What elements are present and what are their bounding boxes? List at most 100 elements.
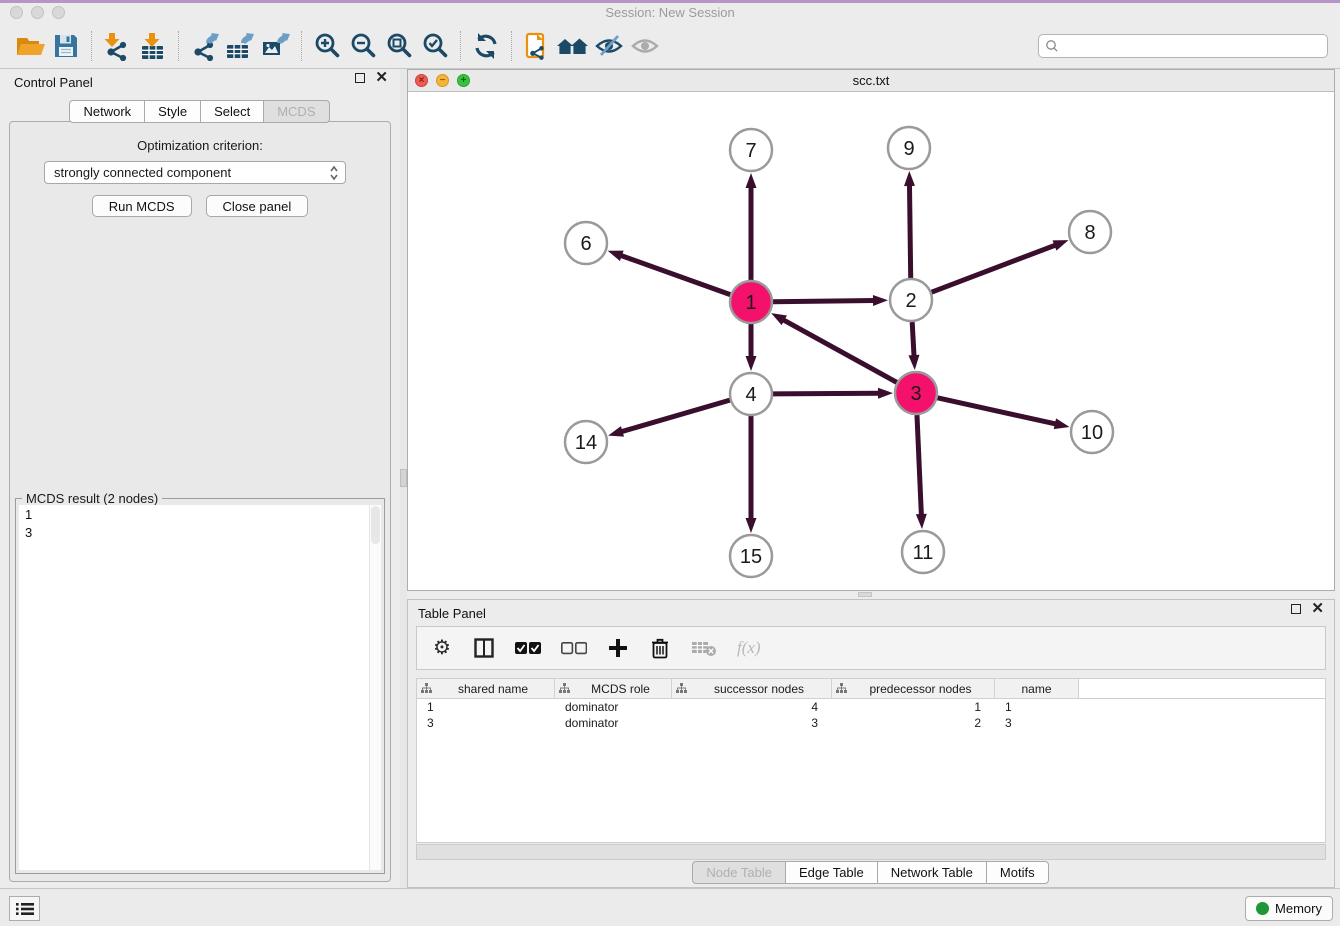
open-file-button[interactable] xyxy=(12,28,48,64)
first-neighbors-button[interactable] xyxy=(555,28,591,64)
search-input[interactable] xyxy=(1059,39,1321,53)
close-table-panel-icon[interactable]: ✕ xyxy=(1311,604,1324,614)
mcds-result-title: MCDS result (2 nodes) xyxy=(22,491,162,506)
float-panel-icon[interactable] xyxy=(355,73,365,83)
tab-network-table[interactable]: Network Table xyxy=(877,861,987,884)
tab-edge-table[interactable]: Edge Table xyxy=(785,861,878,884)
horizontal-splitter-grip[interactable] xyxy=(858,592,872,597)
column-header-MCDS-role[interactable]: MCDS role xyxy=(555,679,672,698)
graph-node-label: 3 xyxy=(910,383,921,405)
column-type-icon xyxy=(421,683,432,694)
graph-node-label: 6 xyxy=(580,233,591,255)
task-history-button[interactable] xyxy=(9,896,40,921)
graph-edge-2-8[interactable] xyxy=(932,245,1057,292)
export-network-icon xyxy=(189,31,219,61)
optimization-criterion-select[interactable]: strongly connected component xyxy=(44,161,346,184)
graph-node-1[interactable]: 1 xyxy=(730,281,772,323)
function-builder-button[interactable]: f(x) xyxy=(737,636,761,660)
import-network-button[interactable] xyxy=(99,28,135,64)
graph-edge-3-10[interactable] xyxy=(937,398,1056,424)
graph-edge-4-14[interactable] xyxy=(621,400,730,432)
mcds-result-line: 1 xyxy=(19,505,381,523)
tab-node-table[interactable]: Node Table xyxy=(692,861,786,884)
table-cell: dominator xyxy=(555,700,672,714)
graph-edge-1-6[interactable] xyxy=(620,255,730,294)
new-network-from-selection-button[interactable] xyxy=(519,28,555,64)
float-table-panel-icon[interactable] xyxy=(1291,604,1301,614)
zoom-selected-button[interactable] xyxy=(417,28,453,64)
graph-node-7[interactable]: 7 xyxy=(730,129,772,171)
column-header-shared-name[interactable]: shared name xyxy=(417,679,555,698)
zoom-out-button[interactable] xyxy=(345,28,381,64)
column-header-successor-nodes[interactable]: successor nodes xyxy=(672,679,832,698)
delete-row-button[interactable] xyxy=(649,636,671,660)
zoom-in-button[interactable] xyxy=(309,28,345,64)
close-panel-button[interactable]: Close panel xyxy=(206,195,309,217)
memory-status-icon xyxy=(1256,902,1269,915)
graph-node-15[interactable]: 15 xyxy=(730,535,772,577)
select-all-rows-button[interactable] xyxy=(515,636,541,660)
hide-selected-button[interactable] xyxy=(591,28,627,64)
tab-select[interactable]: Select xyxy=(200,100,264,123)
table-cell: 3 xyxy=(995,716,1079,730)
graph-edge-4-3[interactable] xyxy=(773,393,880,394)
graph-node-label: 2 xyxy=(905,290,916,312)
import-table-button[interactable] xyxy=(135,28,171,64)
refresh-button[interactable] xyxy=(468,28,504,64)
delete-table-button[interactable] xyxy=(691,636,717,660)
graph-edge-2-3[interactable] xyxy=(912,322,914,357)
graph-node-14[interactable]: 14 xyxy=(565,421,607,463)
show-all-button[interactable] xyxy=(627,28,663,64)
close-panel-icon[interactable]: ✕ xyxy=(375,73,388,83)
main-toolbar-buttons xyxy=(12,28,663,64)
graph-arrowhead xyxy=(746,356,757,371)
mcds-result-group: MCDS result (2 nodes) 13 xyxy=(15,498,385,874)
graph-node-11[interactable]: 11 xyxy=(902,531,944,573)
splitter-grip[interactable] xyxy=(400,469,407,487)
graph-node-10[interactable]: 10 xyxy=(1071,411,1113,453)
table-row[interactable]: 1dominator411 xyxy=(417,699,1325,715)
result-scrollbar[interactable] xyxy=(369,505,381,870)
vertical-splitter[interactable] xyxy=(400,69,407,888)
mcds-result-line: 3 xyxy=(19,523,381,541)
column-layout-button[interactable] xyxy=(473,636,495,660)
graph-arrowhead xyxy=(1053,240,1069,250)
network-canvas[interactable]: 7 9 6 8 1 2 4 3 14 10 15 11 xyxy=(408,92,1334,590)
export-network-button[interactable] xyxy=(186,28,222,64)
zoom-fit-button[interactable] xyxy=(381,28,417,64)
network-window-titlebar[interactable]: × − + scc.txt xyxy=(408,70,1334,92)
tab-mcds[interactable]: MCDS xyxy=(263,100,329,123)
export-table-button[interactable] xyxy=(222,28,258,64)
graph-node-4[interactable]: 4 xyxy=(730,373,772,415)
memory-label: Memory xyxy=(1275,901,1322,916)
mcds-result-area[interactable]: 13 xyxy=(19,505,381,870)
graph-edge-2-9[interactable] xyxy=(909,184,910,278)
tab-style[interactable]: Style xyxy=(144,100,201,123)
graph-edge-1-2[interactable] xyxy=(773,300,875,301)
table-settings-button[interactable]: ⚙ xyxy=(431,636,453,660)
graph-node-8[interactable]: 8 xyxy=(1069,211,1111,253)
tab-motifs[interactable]: Motifs xyxy=(986,861,1049,884)
export-image-icon xyxy=(260,31,292,61)
add-row-button[interactable] xyxy=(607,636,629,660)
graph-node-2[interactable]: 2 xyxy=(890,279,932,321)
tab-network[interactable]: Network xyxy=(69,100,145,123)
graph-edge-3-1[interactable] xyxy=(783,319,897,382)
graph-edge-3-11[interactable] xyxy=(917,415,921,516)
graph-node-3[interactable]: 3 xyxy=(895,372,937,414)
search-box[interactable] xyxy=(1038,34,1328,58)
run-mcds-button[interactable]: Run MCDS xyxy=(92,195,192,217)
memory-button[interactable]: Memory xyxy=(1245,896,1333,921)
column-header-name[interactable]: name xyxy=(995,679,1079,698)
table-cell: 3 xyxy=(672,716,832,730)
table-row[interactable]: 3dominator323 xyxy=(417,715,1325,731)
export-image-button[interactable] xyxy=(258,28,294,64)
graph-node-6[interactable]: 6 xyxy=(565,222,607,264)
save-session-button[interactable] xyxy=(48,28,84,64)
zoom-in-icon xyxy=(312,31,342,61)
column-header-predecessor-nodes[interactable]: predecessor nodes xyxy=(832,679,995,698)
graph-arrowhead xyxy=(608,426,624,437)
table-body: 1dominator4113dominator323 xyxy=(417,699,1325,731)
deselect-all-rows-button[interactable] xyxy=(561,636,587,660)
graph-node-9[interactable]: 9 xyxy=(888,127,930,169)
